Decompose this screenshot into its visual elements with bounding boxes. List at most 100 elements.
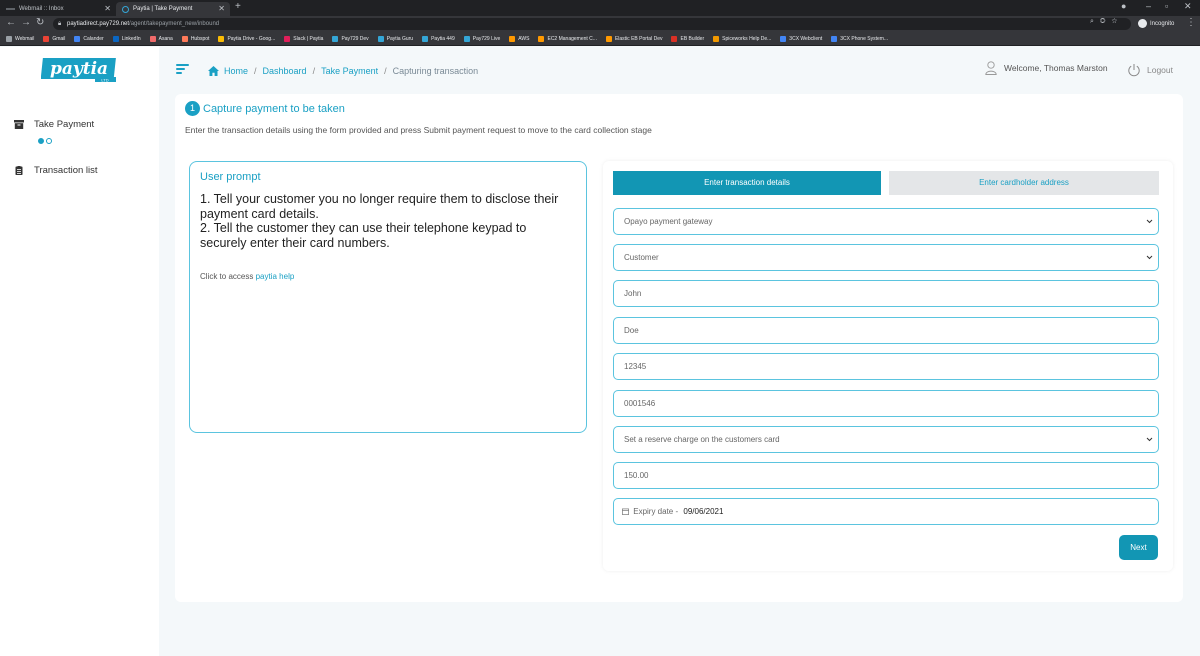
bookmark-item[interactable]: Slack | Paytia xyxy=(284,35,323,42)
bookmark-favicon-icon xyxy=(713,35,720,42)
bookmark-item[interactable]: Spiceworks Help De... xyxy=(713,35,771,42)
welcome-user: Welcome, Thomas Marston xyxy=(985,61,1108,75)
user-prompt-line-2: 2. Tell the customer they can use their … xyxy=(200,221,527,250)
bookmark-item[interactable]: EC2 Management C... xyxy=(538,35,597,42)
bookmark-label: EC2 Management C... xyxy=(547,35,597,42)
bookmark-favicon-icon xyxy=(218,35,225,42)
incognito-label: Incognito xyxy=(1150,20,1175,27)
forward-icon[interactable]: → xyxy=(21,17,31,28)
amount-input[interactable]: 150.00 xyxy=(613,462,1159,489)
customer-type-select[interactable]: Customer xyxy=(613,244,1159,271)
bookmark-item[interactable]: Paytia Drive - Goog... xyxy=(218,35,275,42)
close-icon[interactable]: ✕ xyxy=(218,4,225,13)
inbox-icon xyxy=(14,120,24,129)
expiry-date-input[interactable]: Expiry date - 09/06/2021 xyxy=(613,498,1159,525)
help-text: Click to access paytia help xyxy=(200,272,576,281)
sidebar-item-label: Transaction list xyxy=(34,165,98,176)
bookmark-label: Asana xyxy=(158,35,173,42)
account-number-input[interactable]: 0001546 xyxy=(613,390,1159,417)
bookmark-item[interactable]: Pay729 Live xyxy=(463,35,500,42)
breadcrumb-home[interactable]: Home xyxy=(224,66,248,76)
browser-menu-icon[interactable]: ⋮ xyxy=(1186,17,1196,28)
bookmark-item[interactable]: Webmail xyxy=(6,35,34,42)
close-icon[interactable]: ✕ xyxy=(104,4,111,13)
close-window-icon[interactable]: ✕ xyxy=(1184,1,1192,12)
bookmark-item[interactable]: Calander xyxy=(74,35,104,42)
bookmarks-bar: Webmail Gmail Calander LinkedIn Asana Hubspot… xyxy=(0,32,1200,46)
first-name-input[interactable]: John xyxy=(613,280,1159,307)
expiry-date-value: 09/06/2021 xyxy=(683,507,724,516)
new-tab-icon[interactable]: + xyxy=(235,1,241,12)
reload-icon[interactable]: ↻ xyxy=(36,17,44,28)
breadcrumb-dashboard[interactable]: Dashboard xyxy=(263,66,307,76)
bookmark-label: Hubspot xyxy=(190,35,210,42)
user-icon xyxy=(985,61,997,75)
tab-title: Webmail :: Inbox xyxy=(19,6,64,12)
power-icon xyxy=(1128,64,1140,77)
logout-button[interactable]: Logout xyxy=(1127,63,1173,77)
extension-icon[interactable]: ● xyxy=(1121,1,1126,11)
amount-value: 150.00 xyxy=(624,471,649,480)
bookmark-item[interactable]: Gmail xyxy=(43,35,65,42)
bookmark-item[interactable]: Elastic EB Portal Dev xyxy=(605,35,662,42)
bookmark-item[interactable]: 3CX Phone System... xyxy=(831,35,889,42)
bookmark-favicon-icon xyxy=(780,35,787,42)
clipboard-icon xyxy=(15,166,23,175)
payment-gateway-select[interactable]: Opayo payment gateway xyxy=(613,208,1159,235)
charge-type-select[interactable]: Set a reserve charge on the customers ca… xyxy=(613,426,1159,453)
webmail-favicon-icon xyxy=(6,8,15,10)
address-bar-action-icons[interactable]: ⌕◎☆ xyxy=(1090,18,1123,26)
bookmark-item[interactable]: Hubspot xyxy=(181,35,210,42)
maximize-icon[interactable]: ▫ xyxy=(1165,1,1168,11)
bookmark-favicon-icon xyxy=(112,35,119,42)
expiry-date-label: Expiry date - xyxy=(633,507,679,516)
back-icon[interactable]: ← xyxy=(6,17,16,28)
breadcrumb-take-payment[interactable]: Take Payment xyxy=(321,66,378,76)
bookmark-item[interactable]: Paytia Guru xyxy=(377,35,414,42)
breadcrumb-separator: / xyxy=(312,66,316,76)
bookmark-label: EB Builder xyxy=(680,35,705,42)
bookmark-label: AWS xyxy=(518,35,530,42)
bookmark-item[interactable]: Pay729 Dev xyxy=(332,35,369,42)
user-prompt-title: User prompt xyxy=(200,171,261,183)
paytia-help-link[interactable]: paytia help xyxy=(256,272,295,281)
bookmark-label: Paytia 449 xyxy=(431,35,455,42)
sidebar-item-take-payment[interactable]: Take Payment xyxy=(14,119,94,130)
minimize-icon[interactable]: – xyxy=(1146,1,1151,11)
bookmark-item[interactable]: Asana xyxy=(149,35,173,42)
bookmark-favicon-icon xyxy=(831,35,838,42)
bookmark-label: 3CX Phone System... xyxy=(840,35,889,42)
reference-input[interactable]: 12345 xyxy=(613,353,1159,380)
bookmark-item[interactable]: 3CX Webclient xyxy=(780,35,823,42)
step-header: 1 Capture payment to be taken xyxy=(185,101,345,116)
lock-icon: 🔒︎ xyxy=(58,21,62,27)
bookmark-item[interactable]: Paytia 449 xyxy=(422,35,455,42)
charge-type-value: Set a reserve charge on the customers ca… xyxy=(624,435,780,444)
bookmark-item[interactable]: EB Builder xyxy=(671,35,705,42)
tab-enter-transaction-details[interactable]: Enter transaction details xyxy=(613,171,881,195)
incognito-icon xyxy=(1138,19,1147,28)
bookmark-item[interactable]: LinkedIn xyxy=(112,35,141,42)
bookmark-label: Paytia Guru xyxy=(386,35,414,42)
last-name-input[interactable]: Doe xyxy=(613,317,1159,344)
bookmark-label: 3CX Webclient xyxy=(789,35,823,42)
url-input[interactable]: 🔒︎ paytiadirect.pay729.net/agent/takepay… xyxy=(53,18,1131,30)
step-progress-dots xyxy=(38,138,52,144)
browser-tab-take-payment[interactable]: Paytia | Take Payment ✕ xyxy=(116,2,230,16)
bookmark-item[interactable]: AWS xyxy=(509,35,530,42)
bookmark-favicon-icon xyxy=(74,35,81,42)
chevron-down-icon xyxy=(1146,219,1153,224)
welcome-text: Welcome, Thomas Marston xyxy=(1004,63,1108,73)
incognito-indicator[interactable]: Incognito xyxy=(1138,19,1174,28)
bookmark-favicon-icon xyxy=(422,35,429,42)
bookmark-favicon-icon xyxy=(181,35,188,42)
home-icon[interactable] xyxy=(208,66,219,76)
chevron-down-icon xyxy=(1146,437,1153,442)
logout-label: Logout xyxy=(1147,65,1173,75)
help-prefix: Click to access xyxy=(200,272,254,281)
menu-toggle-icon[interactable] xyxy=(176,64,189,74)
tab-enter-cardholder-address[interactable]: Enter cardholder address xyxy=(889,171,1159,195)
browser-tab-webmail[interactable]: Webmail :: Inbox ✕ xyxy=(0,2,116,16)
next-button[interactable]: Next xyxy=(1119,535,1158,560)
sidebar-item-transaction-list[interactable]: Transaction list xyxy=(14,165,98,176)
